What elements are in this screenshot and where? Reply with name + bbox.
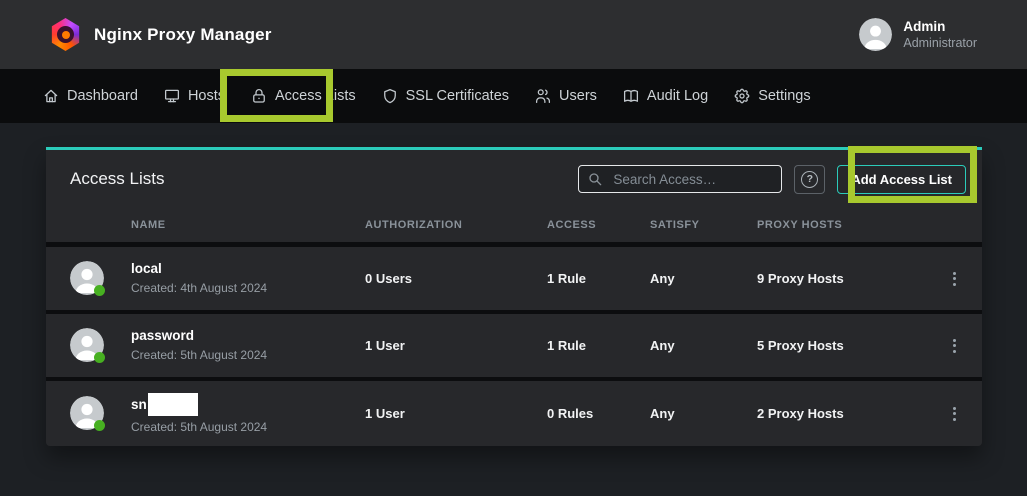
row-actions-menu-icon[interactable] [947, 266, 962, 292]
nav-item-label: Access Lists [275, 88, 356, 104]
logo-dot [62, 31, 70, 39]
panel-header: Access Lists ? Add Access List [46, 150, 982, 208]
name-cell: password Created: 5th August 2024 [46, 328, 365, 363]
proxy-hosts-cell: 9 Proxy Hosts [757, 271, 926, 286]
user-name: Admin [903, 19, 977, 34]
proxy-hosts-cell: 5 Proxy Hosts [757, 338, 926, 353]
nav-item-hosts[interactable]: Hosts [163, 87, 225, 105]
nav-item-settings[interactable]: Settings [733, 87, 810, 105]
app-logo-icon [50, 18, 81, 51]
table-row[interactable]: local Created: 4th August 2024 0 Users 1… [46, 247, 982, 310]
nav-item-label: Hosts [188, 88, 225, 104]
authorization-cell: 0 Users [365, 271, 547, 286]
user-menu[interactable]: Admin Administrator [859, 18, 977, 51]
logo-core [57, 26, 74, 43]
access-list-name: local [131, 261, 267, 277]
user-role: Administrator [903, 36, 977, 50]
proxy-hosts-cell: 2 Proxy Hosts [757, 406, 926, 421]
nginx-proxy-manager-app: { "header": { "app_title": "Nginx Proxy … [0, 0, 1027, 496]
column-header-proxy-hosts: PROXY HOSTS [757, 219, 926, 231]
help-icon: ? [801, 171, 818, 188]
nav-item-label: Users [559, 88, 597, 104]
satisfy-cell: Any [650, 271, 757, 286]
redaction-box [148, 393, 198, 416]
access-cell: 1 Rule [547, 338, 650, 353]
book-icon [622, 87, 640, 105]
column-header-authorization: AUTHORIZATION [365, 219, 547, 231]
app-header: Nginx Proxy Manager Admin Administrator [0, 0, 1027, 69]
row-avatar [70, 261, 104, 295]
shield-icon [381, 87, 399, 105]
main-nav: Dashboard Hosts Access Lists SSL Certifi… [0, 69, 1027, 123]
column-header-access: ACCESS [547, 219, 650, 231]
user-text: Admin Administrator [903, 19, 977, 50]
table-row[interactable]: sn Created: 5th August 2024 1 User 0 Rul… [46, 381, 982, 446]
table-header: NAME AUTHORIZATION ACCESS SATISFY PROXY … [46, 208, 982, 242]
row-actions-menu-icon[interactable] [947, 401, 962, 427]
column-header-name: NAME [46, 219, 365, 231]
access-lists-panel: Access Lists ? Add Access List NAME AUTH… [46, 147, 982, 446]
access-list-name: sn [131, 393, 267, 416]
row-avatar [70, 328, 104, 362]
nav-item-label: Dashboard [67, 88, 138, 104]
users-icon [534, 87, 552, 105]
nav-item-access-lists[interactable]: Access Lists [250, 87, 356, 105]
brand: Nginx Proxy Manager [50, 18, 272, 51]
access-list-name: password [131, 328, 267, 344]
page-title: Access Lists [70, 169, 578, 189]
table-row[interactable]: password Created: 5th August 2024 1 User… [46, 314, 982, 377]
avatar-icon [859, 18, 892, 51]
search-input[interactable] [578, 165, 782, 193]
name-lines: sn Created: 5th August 2024 [131, 393, 267, 434]
nav-item-label: Audit Log [647, 88, 708, 104]
nav-item-dashboard[interactable]: Dashboard [42, 87, 138, 105]
monitor-icon [163, 87, 181, 105]
nav-item-audit-log[interactable]: Audit Log [622, 87, 708, 105]
authorization-cell: 1 User [365, 338, 547, 353]
row-actions-menu-icon[interactable] [947, 333, 962, 359]
search-box [578, 165, 782, 193]
nav-item-users[interactable]: Users [534, 87, 597, 105]
home-icon [42, 87, 60, 105]
nav-item-label: Settings [758, 88, 810, 104]
nav-item-label: SSL Certificates [406, 88, 509, 104]
nav-item-ssl-certificates[interactable]: SSL Certificates [381, 87, 509, 105]
add-access-list-button[interactable]: Add Access List [837, 165, 966, 194]
satisfy-cell: Any [650, 406, 757, 421]
created-date: Created: 5th August 2024 [131, 420, 267, 434]
access-cell: 1 Rule [547, 271, 650, 286]
name-lines: password Created: 5th August 2024 [131, 328, 267, 363]
authorization-cell: 1 User [365, 406, 547, 421]
access-cell: 0 Rules [547, 406, 650, 421]
created-date: Created: 5th August 2024 [131, 348, 267, 362]
status-online-dot [94, 352, 105, 363]
created-date: Created: 4th August 2024 [131, 281, 267, 295]
satisfy-cell: Any [650, 338, 757, 353]
row-avatar [70, 396, 104, 430]
search-icon [587, 171, 603, 187]
status-online-dot [94, 420, 105, 431]
name-cell: local Created: 4th August 2024 [46, 261, 365, 296]
lock-icon [250, 87, 268, 105]
gear-icon [733, 87, 751, 105]
status-online-dot [94, 285, 105, 296]
name-lines: local Created: 4th August 2024 [131, 261, 267, 296]
name-cell: sn Created: 5th August 2024 [46, 393, 365, 434]
app-title: Nginx Proxy Manager [94, 25, 272, 45]
user-avatar [859, 18, 892, 51]
column-header-satisfy: SATISFY [650, 219, 757, 231]
help-button[interactable]: ? [794, 165, 825, 194]
